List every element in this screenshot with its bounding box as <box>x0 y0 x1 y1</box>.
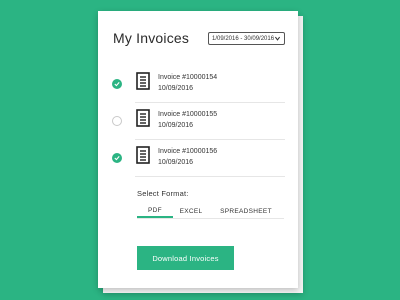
invoice-date: 10/09/2016 <box>158 85 194 92</box>
invoice-row[interactable]: Invoice #10000156 10/09/2016 <box>110 141 285 177</box>
invoice-date: 10/09/2016 <box>158 122 194 129</box>
document-icon <box>136 72 150 90</box>
download-invoices-button[interactable]: Download Invoices <box>137 246 234 270</box>
invoice-date: 10/09/2016 <box>158 159 194 166</box>
invoice-checkbox[interactable] <box>112 153 122 163</box>
tab-spreadsheet[interactable]: SPREADSHEET <box>213 204 279 218</box>
check-icon <box>114 82 120 87</box>
date-range-select[interactable]: 1/09/2016 - 30/09/2016 <box>208 32 285 45</box>
format-label: Select Format: <box>137 189 189 198</box>
invoice-checkbox[interactable] <box>112 116 122 126</box>
page-title: My Invoices <box>113 30 190 46</box>
chevron-down-icon <box>274 36 281 41</box>
invoices-card: My Invoices 1/09/2016 - 30/09/2016 Invoi… <box>98 11 298 288</box>
divider <box>135 139 285 140</box>
document-icon <box>136 146 150 164</box>
divider <box>135 102 285 103</box>
invoice-name: Invoice #10000154 <box>158 74 218 81</box>
invoice-name: Invoice #10000156 <box>158 148 218 155</box>
invoice-row[interactable]: Invoice #10000154 10/09/2016 <box>110 67 285 103</box>
document-icon <box>136 109 150 127</box>
tab-pdf[interactable]: PDF <box>137 204 173 218</box>
format-tabs: PDF EXCEL SPREADSHEET <box>137 204 284 219</box>
date-range-value: 1/09/2016 - 30/09/2016 <box>212 35 275 42</box>
divider <box>135 176 285 177</box>
invoice-name: Invoice #10000155 <box>158 111 218 118</box>
invoice-checkbox[interactable] <box>112 79 122 89</box>
tab-excel[interactable]: EXCEL <box>173 204 209 218</box>
invoice-row[interactable]: Invoice #10000155 10/09/2016 <box>110 104 285 140</box>
check-icon <box>114 156 120 161</box>
